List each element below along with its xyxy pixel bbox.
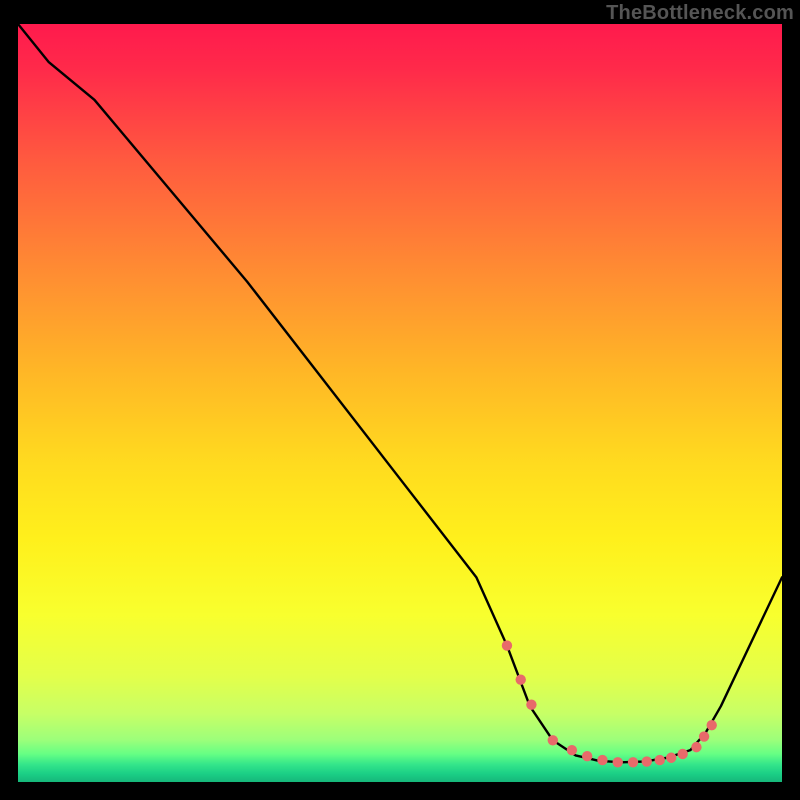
marker-dot xyxy=(666,753,676,763)
marker-dot xyxy=(567,745,577,755)
gradient-background xyxy=(18,24,782,782)
marker-dot xyxy=(655,755,665,765)
marker-dot xyxy=(699,731,709,741)
plot-area xyxy=(18,24,782,782)
marker-dot xyxy=(597,755,607,765)
marker-dot xyxy=(628,757,638,767)
marker-dot xyxy=(613,757,623,767)
chart-frame: TheBottleneck.com xyxy=(0,0,800,800)
marker-dot xyxy=(548,735,558,745)
marker-dot xyxy=(677,749,687,759)
marker-dot xyxy=(516,674,526,684)
marker-dot xyxy=(582,751,592,761)
marker-dot xyxy=(707,720,717,730)
marker-dot xyxy=(502,640,512,650)
marker-dot xyxy=(526,699,536,709)
chart-svg xyxy=(18,24,782,782)
marker-dot xyxy=(691,742,701,752)
marker-dot xyxy=(642,756,652,766)
watermark-text: TheBottleneck.com xyxy=(606,2,794,25)
